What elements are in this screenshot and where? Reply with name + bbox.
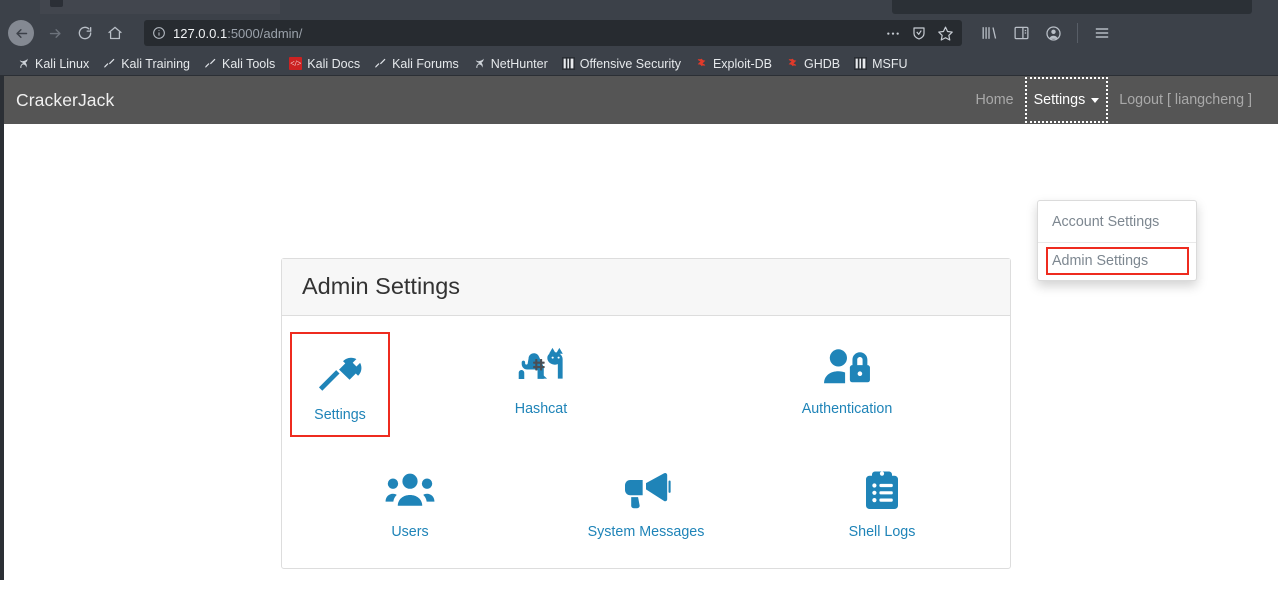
browser-toolbar-right (974, 18, 1117, 48)
clipboard-list-icon (863, 465, 901, 515)
kali-tool-icon (204, 57, 217, 70)
nav-link-home[interactable]: Home (965, 76, 1023, 124)
bookmark-label: NetHunter (490, 56, 548, 71)
kali-dragon-icon (473, 57, 486, 70)
chevron-down-icon (1091, 97, 1100, 103)
tile-label: Shell Logs (848, 524, 916, 540)
bookmark-ghdb[interactable]: GHDB (779, 53, 847, 75)
bookmark-kali-training[interactable]: Kali Training (96, 53, 197, 75)
bookmarks-bar: Kali Linux Kali Training Kali Tools </> … (0, 52, 1278, 76)
page-info-icon[interactable] (152, 26, 166, 40)
msf-icon (854, 57, 868, 70)
bullhorn-icon (621, 465, 671, 515)
dropdown-divider (1038, 242, 1196, 243)
app-brand[interactable]: CrackerJack (16, 90, 114, 111)
page-viewport: CrackerJack Home Settings Logout [ liang… (0, 76, 1278, 580)
browser-chrome: 127.0.0.1:5000/admin/ Kali Linux Kali Tr… (0, 0, 1278, 76)
kali-dragon-icon (17, 57, 30, 70)
page-title: Admin Settings (302, 273, 461, 299)
sidebar-icon[interactable] (1006, 18, 1036, 48)
tile-label: System Messages (587, 524, 705, 540)
library-icon[interactable] (974, 18, 1004, 48)
tile-label: Settings (314, 407, 366, 423)
tile-label: Authentication (801, 401, 893, 417)
url-text[interactable]: 127.0.0.1:5000/admin/ (173, 26, 875, 41)
bookmark-label: Exploit-DB (712, 56, 772, 71)
tile-row-1: Settings Hashcat Authentication (290, 332, 1000, 437)
tile-users[interactable]: Users (292, 457, 528, 546)
app-navbar: CrackerJack Home Settings Logout [ liang… (4, 76, 1278, 124)
tile-shell-logs[interactable]: Shell Logs (764, 457, 1000, 546)
bookmark-offensive-security[interactable]: Offensive Security (555, 53, 688, 75)
bookmark-exploit-db[interactable]: Exploit-DB (688, 53, 779, 75)
kali-docs-icon: </> (289, 57, 303, 70)
nav-dropdown-settings-label: Settings (1033, 92, 1086, 108)
tile-hashcat[interactable]: Hashcat (388, 334, 694, 423)
reload-icon[interactable] (70, 18, 100, 48)
tile-row-2: Users System Messages Shell Logs (292, 457, 1000, 546)
card-header: Admin Settings (282, 259, 1010, 316)
bookmark-nethunter[interactable]: NetHunter (466, 53, 555, 75)
bookmark-kali-docs[interactable]: </> Kali Docs (282, 53, 367, 75)
tile-label: Hashcat (514, 401, 568, 417)
bookmark-kali-forums[interactable]: Kali Forums (367, 53, 466, 75)
bookmark-label: Offensive Security (579, 56, 681, 71)
bookmark-label: Kali Linux (35, 56, 90, 71)
card-body: Settings Hashcat Authentication Users Sy… (282, 316, 1010, 568)
bookmark-label: Kali Tools (222, 56, 276, 71)
hamburger-menu-icon[interactable] (1087, 18, 1117, 48)
tile-authentication[interactable]: Authentication (694, 334, 1000, 423)
tab-favicon (50, 0, 63, 7)
forward-arrow-icon (40, 18, 70, 48)
account-icon[interactable] (1038, 18, 1068, 48)
bookmark-label: Kali Forums (392, 56, 459, 71)
dropdown-item-account-settings[interactable]: Account Settings (1038, 207, 1196, 237)
users-icon (385, 465, 435, 515)
bookmark-label: GHDB (804, 56, 841, 71)
tracking-protection-icon[interactable] (911, 25, 927, 41)
bookmark-label: MSFU (872, 56, 908, 71)
kali-tool-icon (103, 57, 116, 70)
tile-settings[interactable]: Settings (290, 332, 390, 437)
user-lock-icon (822, 342, 872, 392)
dropdown-item-admin-settings[interactable]: Admin Settings (1046, 247, 1189, 275)
exploit-db-icon (786, 57, 799, 70)
bookmark-label: Kali Docs (307, 56, 361, 71)
tile-label: Users (391, 524, 429, 540)
browser-tab[interactable] (40, 0, 280, 14)
exploit-db-icon (695, 57, 708, 70)
back-arrow-icon[interactable] (8, 20, 34, 46)
msf-icon (561, 57, 575, 70)
home-icon[interactable] (100, 18, 130, 48)
kali-tool-icon (374, 57, 387, 70)
navbar-links: Home Settings Logout [ liangcheng ] (965, 76, 1262, 124)
bookmark-label: Kali Training (121, 56, 190, 71)
nav-dropdown-settings[interactable]: Settings (1024, 76, 1110, 124)
browser-navigation-toolbar: 127.0.0.1:5000/admin/ (0, 14, 1278, 52)
bookmark-kali-linux[interactable]: Kali Linux (10, 53, 96, 75)
bookmark-kali-tools[interactable]: Kali Tools (197, 53, 282, 75)
nav-link-logout[interactable]: Logout [ liangcheng ] (1109, 76, 1262, 124)
toolbar-divider (1077, 23, 1078, 43)
bookmark-star-icon[interactable] (937, 25, 954, 42)
admin-settings-card: Admin Settings Settings Hashcat Authenti… (281, 258, 1011, 569)
browser-tab-strip[interactable] (0, 0, 1278, 14)
tile-system-messages[interactable]: System Messages (528, 457, 764, 546)
row-spacer (292, 435, 1000, 457)
cat-hash-icon (517, 342, 565, 392)
tab-strip-address-stub (892, 0, 1252, 14)
hammer-icon (315, 348, 365, 398)
url-bar[interactable]: 127.0.0.1:5000/admin/ (144, 20, 962, 46)
ellipsis-icon[interactable] (885, 25, 901, 41)
settings-dropdown-menu: Account Settings Admin Settings (1037, 200, 1197, 281)
bookmark-msfu[interactable]: MSFU (847, 53, 914, 75)
